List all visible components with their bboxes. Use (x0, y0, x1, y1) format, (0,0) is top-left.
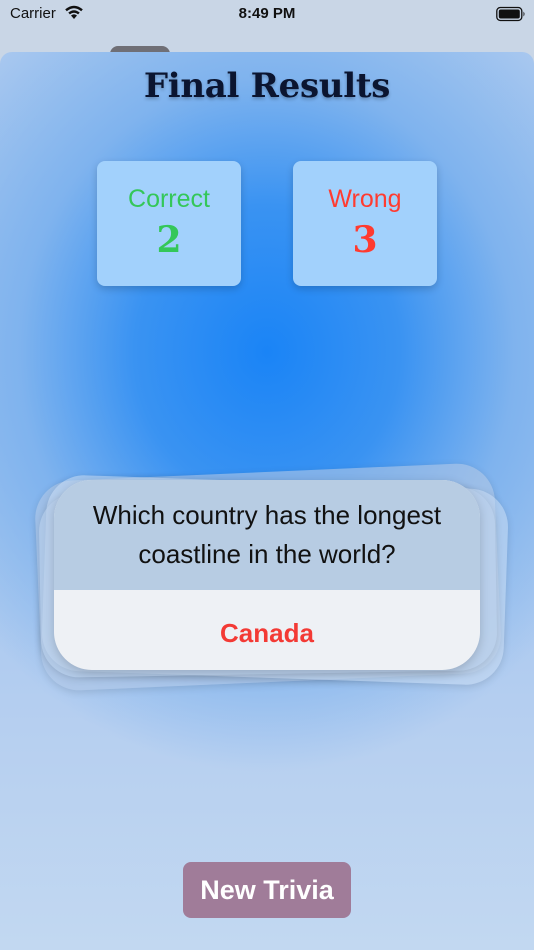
new-trivia-button[interactable]: New Trivia (183, 862, 351, 918)
status-bar: Carrier 8:49 PM (0, 0, 534, 30)
wrong-score-card: Wrong 3 (293, 161, 437, 286)
correct-score-card: Correct 2 (97, 161, 241, 286)
results-sheet: Final Results Correct 2 Wrong 3 Which co… (0, 52, 534, 950)
correct-count: 2 (156, 219, 182, 261)
correct-label: Correct (128, 185, 210, 213)
answer-text: Canada (220, 618, 314, 648)
battery-icon (496, 6, 525, 22)
wrong-count: 3 (352, 219, 378, 261)
wrong-label: Wrong (328, 185, 402, 213)
trivia-card[interactable]: Which country has the longest coastline … (54, 480, 480, 670)
question-text: Which country has the longest coastline … (92, 500, 442, 569)
status-time: 8:49 PM (238, 5, 296, 22)
page-title: Final Results (143, 66, 391, 106)
